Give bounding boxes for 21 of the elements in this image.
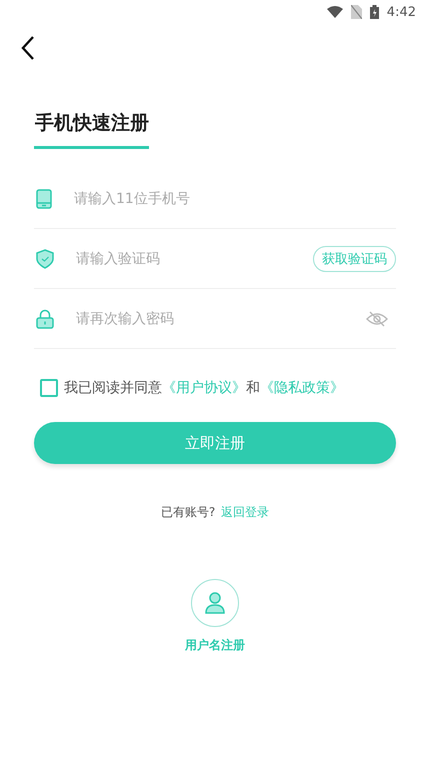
agree-checkbox[interactable]: [40, 379, 58, 397]
get-code-button[interactable]: 获取验证码: [313, 246, 396, 272]
lock-icon: [36, 308, 54, 328]
no-sim-icon: [350, 5, 362, 19]
register-button[interactable]: 立即注册: [34, 422, 396, 464]
user-icon: [204, 591, 226, 615]
user-agreement-link[interactable]: 《用户协议》: [162, 379, 246, 397]
privacy-policy-link[interactable]: 《隐私政策》: [260, 379, 344, 397]
status-time: 4:42: [386, 4, 416, 20]
and-text: 和: [246, 379, 260, 397]
have-account-text: 已有账号?: [160, 504, 216, 521]
page-title: 手机快速注册: [35, 111, 149, 136]
wifi-icon: [326, 6, 343, 18]
battery-icon: [370, 5, 379, 19]
eye-hidden-icon[interactable]: [366, 310, 388, 326]
username-register-label[interactable]: 用户名注册: [185, 637, 245, 654]
agree-text: 我已阅读并同意: [64, 379, 162, 397]
username-register-button[interactable]: [191, 579, 239, 627]
back-to-login-link[interactable]: 返回登录: [221, 504, 270, 521]
phone-icon: [36, 188, 52, 208]
shield-icon: [36, 248, 54, 268]
